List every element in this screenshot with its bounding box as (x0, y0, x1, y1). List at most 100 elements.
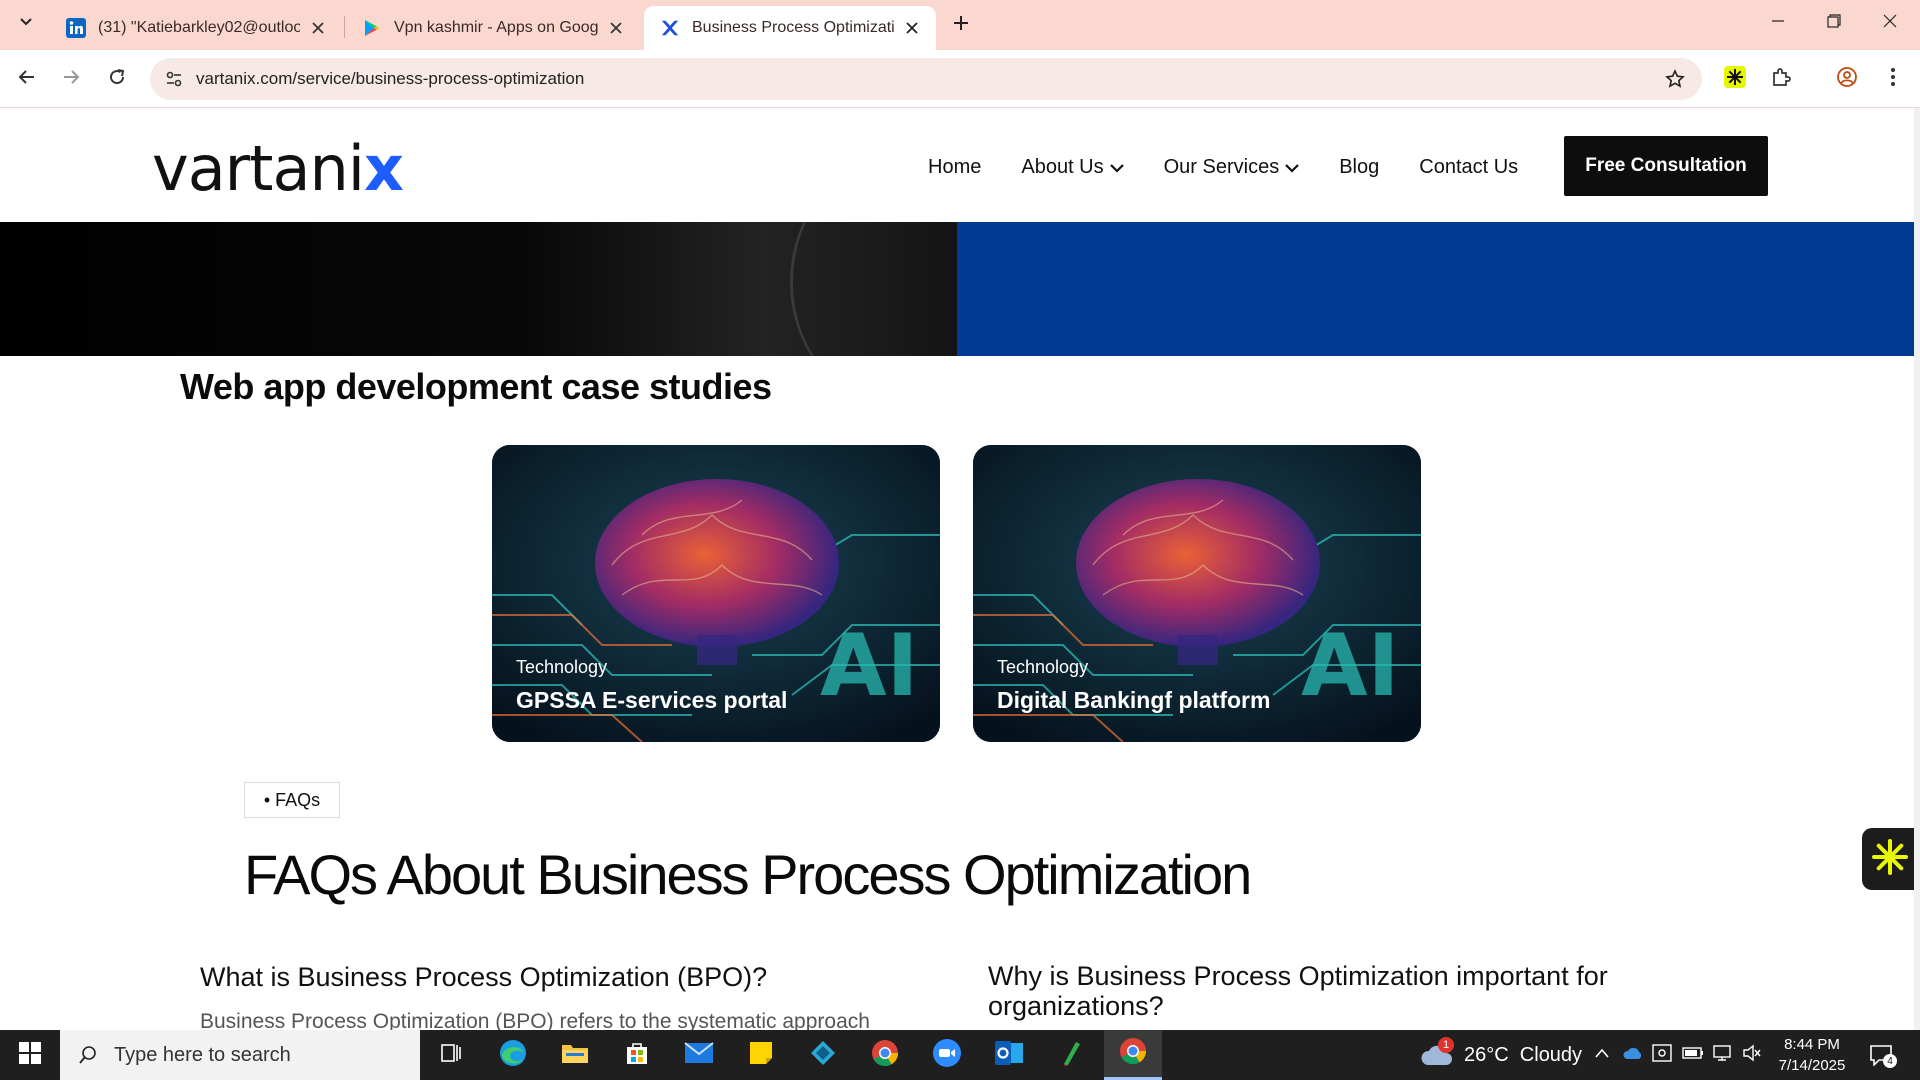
nav-label: Contact Us (1419, 156, 1519, 178)
system-clock[interactable]: 8:44 PM 7/14/2025 (1772, 1034, 1852, 1076)
profile-icon (1836, 66, 1858, 93)
taskbar-outlook[interactable] (980, 1030, 1038, 1080)
back-button[interactable] (12, 64, 42, 94)
volume-tray[interactable] (1742, 1030, 1762, 1080)
google-play-icon (362, 18, 382, 38)
battery-tray[interactable] (1682, 1030, 1704, 1080)
search-placeholder: Type here to search (114, 1043, 291, 1066)
tab-search-button[interactable] (12, 10, 40, 38)
faq-question[interactable]: What is Business Process Optimization (B… (200, 962, 767, 993)
close-icon[interactable] (902, 18, 922, 38)
hero-image (0, 222, 957, 356)
case-study-card[interactable]: AI Technology GPSSA E-services portal (492, 445, 940, 742)
card-category: Technology (516, 657, 608, 677)
start-button[interactable] (0, 1030, 60, 1080)
task-view-icon (440, 1042, 462, 1069)
new-tab-button[interactable] (948, 12, 974, 38)
browser-tab-strip: (31) "Katiebarkley02@outlook.c Vpn kashm… (0, 0, 1920, 50)
page-scrollbar[interactable] (1914, 108, 1920, 1030)
nav-label: Our Services (1163, 156, 1280, 178)
floating-assistant-button[interactable] (1862, 828, 1918, 890)
minimize-icon (1771, 14, 1785, 33)
vartanix-logo[interactable]: vartanix (152, 138, 404, 200)
edge-icon (498, 1038, 528, 1073)
sticky-notes-icon (748, 1040, 774, 1071)
taskbar-edge[interactable] (484, 1030, 542, 1080)
nav-home[interactable]: Home (928, 156, 981, 179)
profile-button[interactable] (1832, 64, 1862, 94)
tab-separator (344, 16, 345, 38)
faq-heading: FAQs About Business Process Optimization (244, 843, 1252, 906)
outlook-icon (994, 1039, 1024, 1072)
kebab-menu-icon (1890, 67, 1896, 92)
tab-title: Business Process Optimization - (692, 19, 894, 36)
extension-button[interactable] (1720, 64, 1750, 94)
tab-google-play[interactable]: Vpn kashmir - Apps on Google (346, 6, 640, 50)
nav-blog[interactable]: Blog (1339, 156, 1379, 179)
chevron-down-icon (1285, 163, 1299, 173)
tab-vartanix[interactable]: Business Process Optimization - (644, 6, 936, 50)
nav-label: Home (928, 156, 982, 178)
taskbar-chrome[interactable] (856, 1030, 914, 1080)
browser-menu-button[interactable] (1878, 64, 1908, 94)
site-settings-icon[interactable] (160, 65, 188, 93)
mail-icon (684, 1041, 714, 1069)
nav-label: Blog (1339, 156, 1380, 178)
network-tray[interactable] (1712, 1030, 1732, 1080)
close-window-button[interactable] (1862, 0, 1918, 46)
linkedin-icon (66, 18, 86, 38)
nav-our-services[interactable]: Our Services (1164, 156, 1300, 179)
tab-linkedin[interactable]: (31) "Katiebarkley02@outlook.c (50, 6, 342, 50)
clock-date: 7/14/2025 (1778, 1057, 1846, 1074)
weather-text: 26°C Cloudy (1464, 1043, 1583, 1066)
close-icon[interactable] (308, 18, 328, 38)
weather-badge: 1 (1438, 1037, 1454, 1053)
volume-muted-icon (1742, 1044, 1762, 1067)
main-navigation: Home About Us Our Services Blog Contact … (928, 156, 1558, 179)
taskbar-app-diamond[interactable] (794, 1030, 852, 1080)
free-consultation-button[interactable]: Free Consultation (1564, 136, 1768, 196)
taskbar-search-box[interactable]: Type here to search (60, 1030, 420, 1080)
chevron-down-icon (1109, 163, 1124, 173)
taskbar-file-explorer[interactable] (546, 1030, 604, 1080)
taskbar-microsoft-store[interactable] (608, 1030, 666, 1080)
bookmark-star-icon[interactable] (1662, 66, 1688, 92)
taskbar-app-green[interactable] (1042, 1030, 1100, 1080)
show-hidden-icons[interactable] (1594, 1030, 1610, 1080)
case-study-card[interactable]: AI Technology Digital Bankingf platform (973, 445, 1421, 742)
address-bar[interactable]: vartanix.com/service/business-process-op… (150, 58, 1702, 100)
asterisk-icon (1870, 837, 1910, 882)
url-text: vartanix.com/service/business-process-op… (196, 69, 585, 88)
zoom-icon (932, 1038, 962, 1073)
nav-contact-us[interactable]: Contact Us (1419, 156, 1518, 179)
card-title: GPSSA E-services portal (516, 687, 788, 713)
reload-button[interactable] (102, 64, 132, 94)
security-tray[interactable] (1652, 1030, 1672, 1080)
weather-widget[interactable]: 1 26°C Cloudy (1420, 1030, 1582, 1080)
restore-button[interactable] (1806, 0, 1862, 46)
windows-logo-icon (19, 1041, 41, 1069)
task-view-button[interactable] (422, 1030, 480, 1080)
nav-about-us[interactable]: About Us (1021, 156, 1124, 179)
logo-accent: x (364, 132, 404, 205)
arrow-right-icon (61, 67, 81, 92)
minimize-button[interactable] (1750, 0, 1806, 46)
close-icon[interactable] (606, 18, 626, 38)
notification-count: 4 (1883, 1054, 1897, 1068)
card-title: Digital Bankingf platform (997, 687, 1271, 713)
faq-section-tag: • FAQs (244, 782, 340, 818)
folder-icon (561, 1041, 589, 1070)
taskbar-sticky-notes[interactable] (732, 1030, 790, 1080)
meet-now-icon (1652, 1043, 1672, 1067)
faq-question[interactable]: Why is Business Process Optimization imp… (988, 961, 1708, 1021)
asterisk-icon (1724, 65, 1746, 93)
notification-center-button[interactable]: 4 (1866, 1040, 1897, 1070)
search-icon (76, 1043, 100, 1067)
onedrive-tray[interactable] (1622, 1030, 1644, 1080)
extensions-menu-button[interactable] (1766, 64, 1796, 94)
taskbar-mail[interactable] (670, 1030, 728, 1080)
forward-button[interactable] (56, 64, 86, 94)
taskbar-zoom[interactable] (918, 1030, 976, 1080)
clock-time: 8:44 PM (1784, 1036, 1840, 1053)
taskbar-chrome-active[interactable] (1104, 1030, 1162, 1080)
